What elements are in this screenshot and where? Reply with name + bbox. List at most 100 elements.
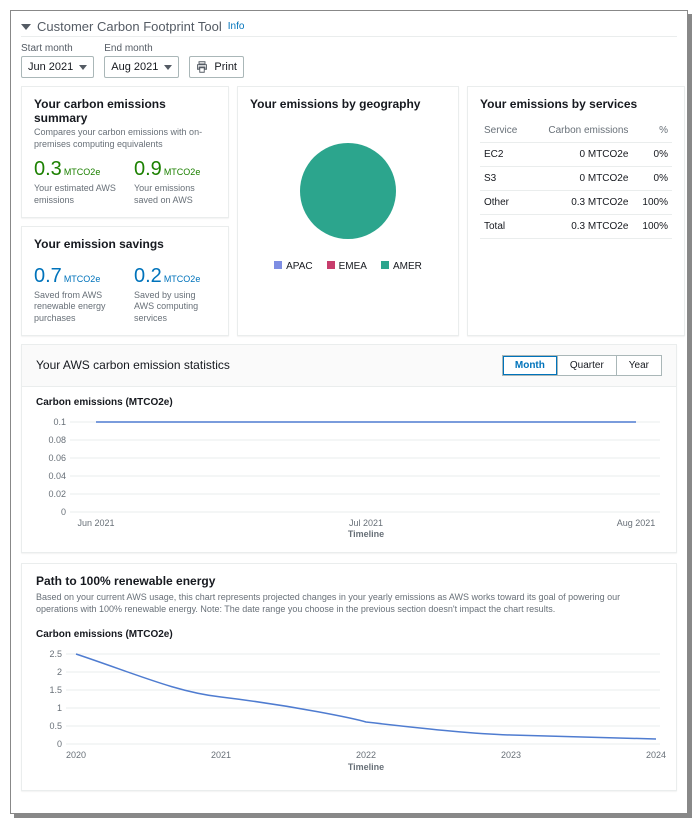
- print-button[interactable]: Print: [189, 56, 244, 78]
- savings-card: Your emission savings 0.7MTCO2e Saved fr…: [21, 226, 229, 336]
- services-cell: 0%: [632, 167, 672, 191]
- savings-title: Your emission savings: [34, 237, 216, 251]
- saved-emissions-unit: MTCO2e: [164, 167, 201, 177]
- estimated-emissions-unit: MTCO2e: [64, 167, 101, 177]
- renewable-savings-desc: Saved from AWS renewable energy purchase…: [34, 290, 116, 325]
- statistics-card: Your AWS carbon emission statistics Mont…: [21, 344, 677, 553]
- tab-year[interactable]: Year: [617, 355, 662, 376]
- legend-emea: EMEA: [339, 261, 367, 272]
- services-cell: 0.3 MTCO2e: [529, 191, 633, 215]
- stats-xlabel: Timeline: [348, 529, 384, 538]
- ytick: 1: [57, 703, 62, 713]
- path-xlabel: Timeline: [348, 762, 384, 772]
- table-row: S3 0 MTCO2e 0%: [480, 167, 672, 191]
- legend-swatch-amer: [381, 261, 389, 269]
- services-col-service: Service: [480, 119, 529, 143]
- estimated-emissions-desc: Your estimated AWS emissions: [34, 183, 116, 206]
- ytick: 0.08: [48, 435, 66, 445]
- ytick: 2: [57, 667, 62, 677]
- services-cell: Total: [480, 215, 529, 239]
- compute-savings-unit: MTCO2e: [164, 274, 201, 284]
- services-cell: S3: [480, 167, 529, 191]
- saved-emissions-value: 0.9: [134, 158, 162, 180]
- table-row: EC2 0 MTCO2e 0%: [480, 143, 672, 167]
- xtick: 2020: [66, 750, 86, 760]
- end-month-label: End month: [104, 43, 179, 54]
- path-line-chart: 2.5 2 1.5 1 0.5 0 2020 2021 2022 2023 20…: [36, 644, 666, 776]
- xtick: Jun 2021: [77, 518, 114, 528]
- compute-savings-desc: Saved by using AWS computing services: [134, 290, 216, 325]
- legend-swatch-emea: [327, 261, 335, 269]
- xtick: Aug 2021: [617, 518, 656, 528]
- path-card: Path to 100% renewable energy Based on y…: [21, 563, 677, 791]
- saved-emissions-desc: Your emissions saved on AWS: [134, 183, 216, 206]
- path-title: Path to 100% renewable energy: [36, 574, 662, 588]
- compute-savings-value: 0.2: [134, 265, 162, 287]
- xtick: Jul 2021: [349, 518, 383, 528]
- stats-chart-title: Carbon emissions (MTCO2e): [36, 397, 662, 408]
- services-col-emissions: Carbon emissions: [529, 119, 633, 143]
- page-header: Customer Carbon Footprint Tool Info: [21, 19, 677, 37]
- geography-title: Your emissions by geography: [250, 97, 446, 111]
- ytick: 2.5: [49, 649, 62, 659]
- summary-card: Your carbon emissions summary Compares y…: [21, 86, 229, 218]
- legend-amer: AMER: [393, 261, 422, 272]
- end-month-value: Aug 2021: [111, 61, 158, 73]
- xtick: 2022: [356, 750, 376, 760]
- controls-row: Start month Jun 2021 End month Aug 2021 …: [21, 43, 677, 78]
- xtick: 2023: [501, 750, 521, 760]
- path-chart-title: Carbon emissions (MTCO2e): [36, 629, 662, 640]
- services-cell: 100%: [632, 191, 672, 215]
- info-link[interactable]: Info: [228, 21, 245, 32]
- start-month-label: Start month: [21, 43, 94, 54]
- ytick: 0.5: [49, 721, 62, 731]
- tab-quarter[interactable]: Quarter: [558, 355, 617, 376]
- start-month-value: Jun 2021: [28, 61, 73, 73]
- services-cell: 0%: [632, 143, 672, 167]
- services-table: Service Carbon emissions % EC2 0 MTCO2e …: [480, 119, 672, 239]
- start-month-select[interactable]: Jun 2021: [21, 56, 94, 78]
- ytick: 0.02: [48, 489, 66, 499]
- table-row: Other 0.3 MTCO2e 100%: [480, 191, 672, 215]
- ytick: 1.5: [49, 685, 62, 695]
- ytick: 0.06: [48, 453, 66, 463]
- print-icon: [196, 61, 208, 73]
- ytick: 0: [57, 739, 62, 749]
- services-cell: EC2: [480, 143, 529, 167]
- page-title: Customer Carbon Footprint Tool: [37, 19, 222, 34]
- ytick: 0.1: [53, 417, 66, 427]
- time-segment-group: Month Quarter Year: [502, 355, 662, 376]
- xtick: 2024: [646, 750, 666, 760]
- summary-subtitle: Compares your carbon emissions with on-p…: [34, 127, 216, 150]
- geography-card: Your emissions by geography APAC EMEA AM…: [237, 86, 459, 336]
- services-col-pct: %: [632, 119, 672, 143]
- services-cell: 0 MTCO2e: [529, 167, 633, 191]
- renewable-savings-unit: MTCO2e: [64, 274, 101, 284]
- services-cell: Other: [480, 191, 529, 215]
- services-title: Your emissions by services: [480, 97, 672, 111]
- ytick: 0.04: [48, 471, 66, 481]
- services-cell: 0 MTCO2e: [529, 143, 633, 167]
- statistics-title: Your AWS carbon emission statistics: [36, 358, 230, 372]
- print-label: Print: [214, 61, 237, 73]
- services-card: Your emissions by services Service Carbo…: [467, 86, 685, 336]
- path-desc: Based on your current AWS usage, this ch…: [36, 591, 662, 615]
- geography-legend: APAC EMEA AMER: [274, 261, 422, 272]
- end-month-select[interactable]: Aug 2021: [104, 56, 179, 78]
- estimated-emissions-value: 0.3: [34, 158, 62, 180]
- xtick: 2021: [211, 750, 231, 760]
- legend-apac: APAC: [286, 261, 313, 272]
- renewable-savings-value: 0.7: [34, 265, 62, 287]
- table-row: Total 0.3 MTCO2e 100%: [480, 215, 672, 239]
- tab-month[interactable]: Month: [502, 355, 558, 376]
- geography-pie-chart: [300, 143, 396, 239]
- summary-title: Your carbon emissions summary: [34, 97, 216, 125]
- chevron-down-icon: [79, 65, 87, 70]
- ytick: 0: [61, 507, 66, 517]
- collapse-caret-icon[interactable]: [21, 24, 31, 30]
- chevron-down-icon: [164, 65, 172, 70]
- legend-swatch-apac: [274, 261, 282, 269]
- stats-line-chart: 0.1 0.08 0.06 0.04 0.02 0 Jun 2021 Jul 2…: [36, 412, 666, 538]
- services-cell: 100%: [632, 215, 672, 239]
- services-cell: 0.3 MTCO2e: [529, 215, 633, 239]
